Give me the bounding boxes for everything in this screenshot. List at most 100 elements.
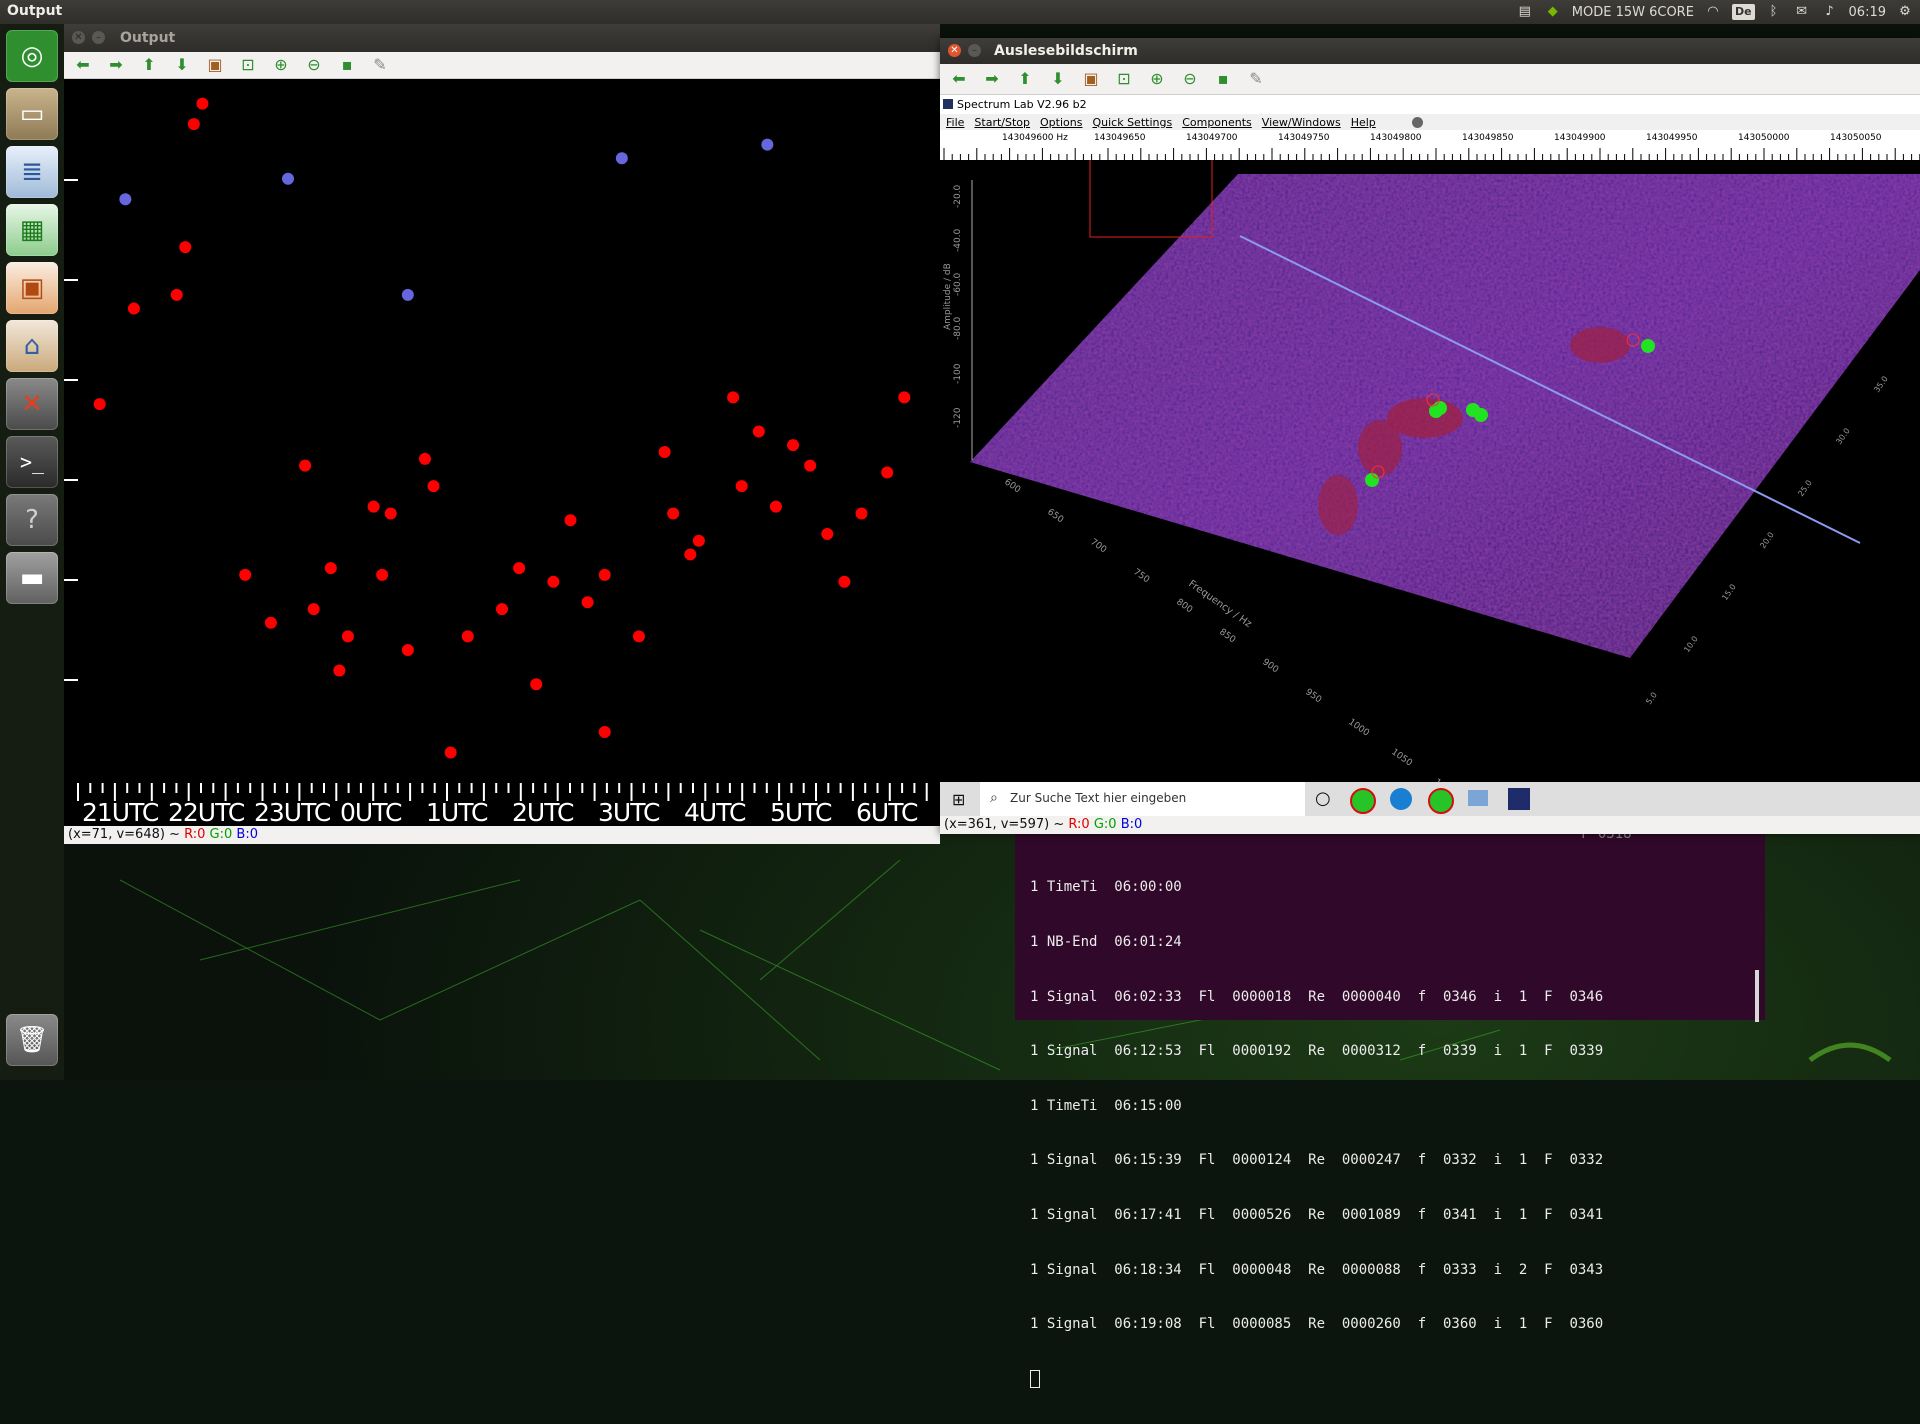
- menu-quick-settings[interactable]: Quick Settings: [1092, 116, 1172, 129]
- terminal-icon[interactable]: >_: [6, 436, 58, 488]
- system-tray: ▤ ◆ MODE 15W 6CORE ◠ De ᛒ ✉ ♪ 06:19 ⚙: [1516, 0, 1920, 24]
- frequency-tick-label: 900: [1260, 657, 1280, 675]
- edge-browser-icon[interactable]: [1390, 788, 1412, 810]
- save-icon[interactable]: ▪: [336, 55, 358, 75]
- scatter-plot-area[interactable]: [64, 80, 940, 783]
- spectrum-waterfall-3d[interactable]: -20.0 -40.0 -60.0 -80.0 -100 -120 Amplitude / …: [940, 160, 1920, 786]
- save-icon[interactable]: ▪: [1212, 69, 1234, 89]
- calc-icon[interactable]: ▦: [6, 204, 58, 256]
- record-indicator-icon[interactable]: [1411, 116, 1423, 128]
- nvidia-icon[interactable]: ◆: [1544, 4, 1562, 20]
- arrow-up-icon[interactable]: ⬆: [1014, 69, 1036, 89]
- menu-options[interactable]: Options: [1040, 116, 1082, 129]
- file-manager-icon[interactable]: ▭: [6, 88, 58, 140]
- brush-icon[interactable]: ✎: [1245, 69, 1267, 89]
- frequency-ruler[interactable]: 143049600 Hz 143049650 143049700 143049750 1…: [940, 130, 1920, 160]
- software-center-icon[interactable]: ⌂: [6, 320, 58, 372]
- x-tick-label: 3UTC: [598, 798, 660, 827]
- arrow-up-icon[interactable]: ⬆: [138, 55, 160, 75]
- keyboard-layout-indicator[interactable]: De: [1731, 4, 1755, 20]
- minimize-button[interactable]: –: [92, 31, 105, 44]
- drive-icon[interactable]: ▬: [6, 552, 58, 604]
- blue-value: B:0: [236, 827, 258, 842]
- menu-view-windows[interactable]: View/Windows: [1262, 116, 1341, 129]
- y-tick-label: -20.0: [953, 184, 963, 208]
- output-titlebar[interactable]: ✕ – Output: [64, 24, 940, 52]
- data-point: [179, 241, 192, 254]
- data-point: [821, 527, 834, 540]
- arrow-left-icon[interactable]: ⬅: [72, 55, 94, 75]
- frequency-label: 143049700: [1186, 133, 1238, 143]
- image-icon[interactable]: ▣: [1080, 69, 1102, 89]
- taskbar-search-box[interactable]: ⌕ Zur Suche Text hier eingeben: [980, 782, 1305, 816]
- writer-icon[interactable]: ≣: [6, 146, 58, 198]
- taskbar-window-icon[interactable]: [1468, 790, 1488, 806]
- arrow-down-icon[interactable]: ⬇: [1047, 69, 1069, 89]
- volume-icon[interactable]: ♪: [1821, 4, 1839, 20]
- data-point: [838, 575, 851, 588]
- settings-gear-icon[interactable]: ⚙: [1896, 4, 1914, 20]
- x-tick-label: 2UTC: [512, 798, 574, 827]
- terminal-line: 1 Signal 06:15:39 Fl 0000124 Re 0000247 …: [1030, 1152, 1604, 1169]
- zoom-out-icon[interactable]: ⊖: [303, 55, 325, 75]
- cortana-icon[interactable]: ○: [1315, 788, 1331, 809]
- green-value: G:0: [209, 827, 233, 842]
- taskbar-app-icon[interactable]: [1428, 788, 1454, 814]
- arrow-right-icon[interactable]: ➡: [105, 55, 127, 75]
- trash-icon[interactable]: 🗑: [6, 1014, 58, 1066]
- taskbar-app-icon[interactable]: [1350, 788, 1376, 814]
- close-button[interactable]: ✕: [948, 44, 961, 57]
- brush-icon[interactable]: ✎: [369, 55, 391, 75]
- zoom-fit-icon[interactable]: ⊡: [237, 55, 259, 75]
- close-button[interactable]: ✕: [72, 31, 85, 44]
- files-icon[interactable]: ▤: [1516, 4, 1534, 20]
- frequency-axis-label: Frequency / Hz: [1186, 578, 1253, 630]
- image-icon[interactable]: ▣: [204, 55, 226, 75]
- signal-peak: [1387, 398, 1463, 438]
- signal-peak: [1358, 420, 1402, 476]
- data-point: [667, 507, 680, 520]
- arrow-right-icon[interactable]: ➡: [981, 69, 1003, 89]
- utc-time-axis: 21UTC 22UTC 23UTC 0UTC 1UTC 2UTC 3UTC 4UTC 5UTC 6…: [64, 783, 940, 827]
- arrow-left-icon[interactable]: ⬅: [948, 69, 970, 89]
- frequency-tick-label: 700: [1088, 537, 1108, 555]
- gpu-mode-label[interactable]: MODE 15W 6CORE: [1572, 5, 1694, 20]
- search-placeholder: Zur Suche Text hier eingeben: [1010, 791, 1187, 805]
- data-point: [898, 391, 911, 404]
- time-tick-label: 10.0: [1682, 634, 1700, 654]
- data-point: [752, 425, 765, 438]
- menu-file[interactable]: File: [946, 116, 964, 129]
- auslesebildschirm-window: ✕ – Auslesebildschirm ⬅ ➡ ⬆ ⬇ ▣ ⊡ ⊕ ⊖ ▪ …: [940, 38, 1920, 834]
- ausl-titlebar[interactable]: ✕ – Auslesebildschirm: [940, 38, 1920, 64]
- help-icon[interactable]: ?: [6, 494, 58, 546]
- bluetooth-icon[interactable]: ᛒ: [1765, 4, 1783, 20]
- menu-start-stop[interactable]: Start/Stop: [974, 116, 1030, 129]
- spectrum-lab-taskbar-icon[interactable]: [1508, 788, 1530, 810]
- clock[interactable]: 06:19: [1849, 5, 1886, 20]
- terminal-scrollbar[interactable]: [1755, 970, 1759, 1022]
- window-title: Output: [120, 30, 176, 46]
- system-settings-icon[interactable]: ✕: [6, 378, 58, 430]
- menu-components[interactable]: Components: [1182, 116, 1252, 129]
- terminal-window[interactable]: F 0318 1 TimeTi 06:00:00 1 NB-End 06:01:…: [1015, 826, 1765, 1388]
- terminal-line: 1 Signal 06:17:41 Fl 0000526 Re 0001089 …: [1030, 1207, 1604, 1224]
- frequency-label: 143049600 Hz: [1002, 133, 1068, 143]
- arrow-down-icon[interactable]: ⬇: [171, 55, 193, 75]
- windows-start-icon[interactable]: ⊞: [952, 790, 965, 809]
- zoom-in-icon[interactable]: ⊕: [270, 55, 292, 75]
- y-axis-label: Amplitude / dB: [943, 263, 953, 330]
- mail-icon[interactable]: ✉: [1793, 4, 1811, 20]
- minimize-button[interactable]: –: [968, 44, 981, 57]
- frequency-label: 143050050: [1830, 133, 1882, 143]
- top-panel: Output ▤ ◆ MODE 15W 6CORE ◠ De ᛒ ✉ ♪ 06:…: [0, 0, 1920, 24]
- zoom-out-icon[interactable]: ⊖: [1179, 69, 1201, 89]
- time-tick-label: 25.0: [1796, 478, 1814, 498]
- zoom-in-icon[interactable]: ⊕: [1146, 69, 1168, 89]
- menu-help[interactable]: Help: [1351, 116, 1376, 129]
- ubuntu-dash-icon[interactable]: ◎: [6, 30, 58, 82]
- data-point: [384, 507, 397, 520]
- zoom-fit-icon[interactable]: ⊡: [1113, 69, 1135, 89]
- y-tick-label: -60.0: [953, 272, 963, 296]
- wifi-icon[interactable]: ◠: [1704, 4, 1722, 20]
- impress-icon[interactable]: ▣: [6, 262, 58, 314]
